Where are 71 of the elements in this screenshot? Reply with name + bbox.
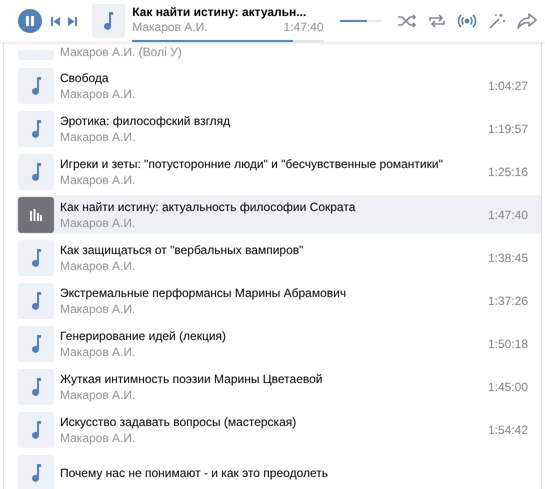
broadcast-icon[interactable]	[456, 13, 477, 29]
music-note-icon	[30, 334, 42, 352]
track-time: 1:47:40	[284, 20, 324, 34]
track-cover[interactable]	[18, 282, 54, 318]
track-artist: Макаров А.И.	[60, 172, 136, 188]
music-note-icon	[30, 378, 42, 396]
track-title: Свобода	[60, 70, 110, 86]
next-icon[interactable]	[68, 16, 77, 26]
track-artist: Макаров А.И.	[60, 344, 136, 360]
equalizer-icon	[30, 208, 42, 220]
track-title: Экстремальные перформансы Марины Абрамович	[60, 284, 348, 300]
track-artist: Макаров А.И.	[60, 258, 136, 274]
track-artist: Макаров А.И.	[60, 128, 136, 144]
track-cover[interactable]	[18, 110, 54, 146]
track-title: Как защищаться от "вербальных вампиров"	[60, 242, 304, 258]
magic-wand-icon[interactable]	[488, 13, 506, 29]
track-title: Генерирование идей (лекция)	[60, 328, 228, 344]
track-title: Эротика: философский взгляд	[60, 112, 232, 128]
music-note-icon	[30, 248, 42, 266]
track-row[interactable]: Экстремальные перформансы Марины Абрамович Макаров А.И. 1:37:26	[16, 281, 541, 320]
track-artist: Макаров А.И.	[60, 214, 136, 230]
track-artist: Макаров А.И.	[60, 300, 136, 316]
track-row[interactable]: Как защищаться от "вербальных вампиров" Макаров А.И. 1:38:45	[16, 238, 541, 277]
track-title: Искусство задавать вопросы (мастерская)	[60, 414, 298, 430]
track-cover[interactable]	[18, 368, 54, 404]
track-duration: 1:38:45	[488, 250, 528, 264]
music-note-icon	[30, 76, 42, 94]
track-artist: Макаров А.И. (Волі У)	[60, 44, 183, 60]
track-row[interactable]: Жуткая интимность поэзии Марины Цветаевой Макаров А.И. 1:45:00	[16, 367, 541, 406]
track-title: Жуткая интимность поэзии Марины Цветаевой	[60, 370, 324, 386]
track-artist: Макаров А.И.	[60, 430, 136, 446]
pause-icon	[26, 16, 34, 26]
track-cover[interactable]	[18, 68, 54, 104]
track-duration: 1:50:18	[488, 336, 528, 350]
repeat-icon[interactable]	[428, 13, 446, 29]
track-cover[interactable]	[18, 412, 54, 448]
shuffle-icon[interactable]	[396, 14, 417, 28]
track-duration: 1:19:57	[488, 122, 528, 136]
track-title: Почему нас не понимают - и как это преодолеть	[60, 464, 330, 480]
track-title: Как найти истину: актуальн...	[132, 4, 308, 20]
track-duration: 1:04:27	[488, 78, 528, 92]
track-cover[interactable]	[18, 240, 54, 276]
music-note-icon	[30, 162, 42, 180]
track-row-highlight[interactable]: Как найти истину: актуальность философии Сократа Макаров А.И. 1:47:40	[16, 195, 541, 234]
track-title: Игреки и зеты: "потусторонние люди" и "бесчувственные романтики"	[60, 156, 444, 172]
track-row[interactable]: Игреки и зеты: "потусторонние люди" и "бесчувственные романтики" Макаров А.И. 1:25:16	[16, 152, 541, 191]
track-duration: 1:45:00	[488, 380, 528, 394]
track-duration: 1:54:42	[488, 422, 528, 436]
share-icon[interactable]	[516, 13, 537, 29]
track-row[interactable]: Почему нас не понимают - и как это преодолеть	[16, 453, 541, 489]
track-artist: Макаров А.И.	[132, 20, 208, 34]
music-note-icon	[102, 12, 114, 30]
track-artist: Макаров А.И.	[60, 386, 136, 402]
track-row[interactable]: Генерирование идей (лекция) Макаров А.И. 1:50:18	[16, 324, 541, 363]
track-cover[interactable]	[18, 326, 54, 362]
track-artist: Макаров А.И.	[60, 86, 136, 102]
music-note-icon	[30, 464, 42, 482]
previous-icon[interactable]	[50, 16, 60, 26]
music-note-icon	[30, 292, 42, 310]
track-row[interactable]: Искусство задавать вопросы (мастерская) Макаров А.И. 1:54:42	[16, 410, 541, 449]
track-duration: 1:47:40	[488, 208, 528, 222]
track-title: Как найти истину: актуальность философии Сократа	[60, 198, 356, 214]
track-duration: 1:37:26	[488, 294, 528, 308]
music-note-icon	[30, 120, 42, 138]
pause-button[interactable]	[18, 9, 42, 33]
track-row[interactable]: Свобода Макаров А.И. 1:04:27	[16, 66, 541, 105]
track-cover[interactable]	[18, 154, 54, 190]
music-note-icon	[30, 420, 42, 438]
track-cover[interactable]	[18, 454, 54, 489]
track-duration: 1:25:16	[488, 164, 528, 178]
track-row[interactable]: Эротика: философский взгляд Макаров А.И. 1:19:57	[16, 109, 541, 148]
